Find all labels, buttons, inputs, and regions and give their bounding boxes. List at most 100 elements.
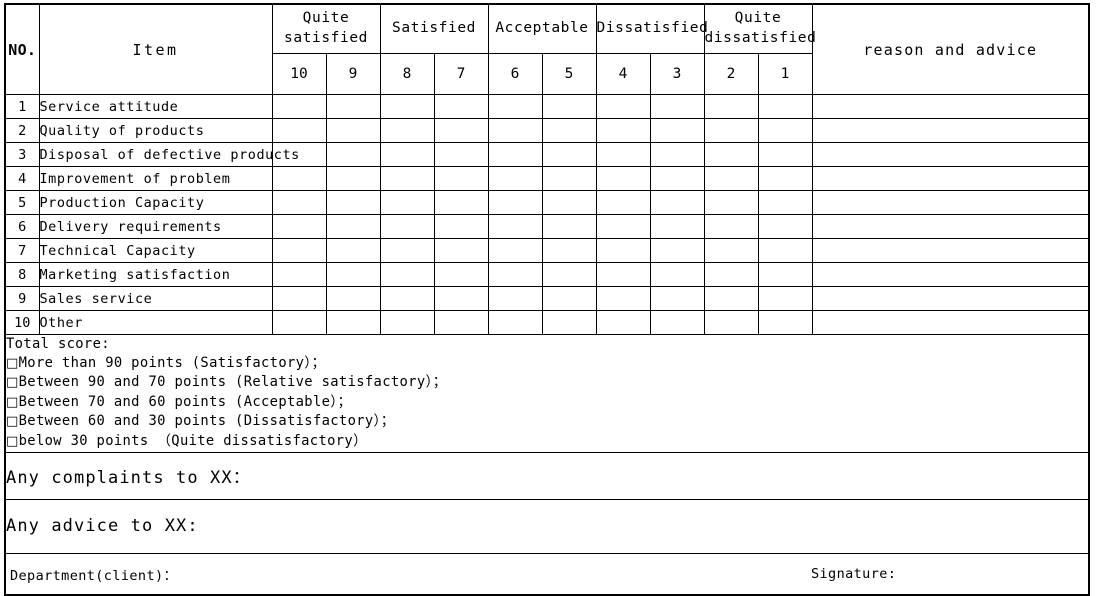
reason-cell[interactable] [811, 214, 1090, 239]
reason-cell[interactable] [811, 118, 1090, 143]
score-cell-6[interactable] [487, 118, 543, 143]
score-cell-2[interactable] [703, 214, 759, 239]
score-cell-8[interactable] [379, 166, 435, 191]
score-cell-4[interactable] [595, 118, 651, 143]
score-cell-9[interactable] [325, 118, 381, 143]
score-cell-3[interactable] [649, 118, 705, 143]
score-cell-3[interactable] [649, 142, 705, 167]
complaints-block[interactable]: Any complaints to XX： [4, 451, 1090, 500]
score-cell-8[interactable] [379, 118, 435, 143]
checkbox-icon[interactable]: □ [6, 434, 19, 449]
score-cell-1[interactable] [757, 286, 813, 311]
score-cell-8[interactable] [379, 142, 435, 167]
score-cell-10[interactable] [271, 94, 327, 119]
score-cell-2[interactable] [703, 166, 759, 191]
score-cell-8[interactable] [379, 286, 435, 311]
reason-cell[interactable] [811, 310, 1090, 335]
score-cell-5[interactable] [541, 94, 597, 119]
score-cell-3[interactable] [649, 310, 705, 335]
score-cell-3[interactable] [649, 190, 705, 215]
score-cell-4[interactable] [595, 166, 651, 191]
score-cell-5[interactable] [541, 214, 597, 239]
score-cell-10[interactable] [271, 166, 327, 191]
score-cell-8[interactable] [379, 214, 435, 239]
score-cell-8[interactable] [379, 94, 435, 119]
score-cell-4[interactable] [595, 310, 651, 335]
score-cell-4[interactable] [595, 214, 651, 239]
checkbox-icon[interactable]: □ [6, 395, 19, 410]
score-cell-9[interactable] [325, 238, 381, 263]
score-cell-1[interactable] [757, 94, 813, 119]
score-cell-2[interactable] [703, 118, 759, 143]
score-cell-7[interactable] [433, 238, 489, 263]
score-cell-6[interactable] [487, 310, 543, 335]
score-cell-6[interactable] [487, 142, 543, 167]
score-cell-7[interactable] [433, 286, 489, 311]
score-cell-5[interactable] [541, 310, 597, 335]
score-cell-8[interactable] [379, 238, 435, 263]
score-cell-10[interactable] [271, 286, 327, 311]
score-cell-3[interactable] [649, 262, 705, 287]
score-cell-1[interactable] [757, 190, 813, 215]
score-cell-6[interactable] [487, 190, 543, 215]
score-cell-6[interactable] [487, 214, 543, 239]
score-cell-7[interactable] [433, 310, 489, 335]
score-cell-4[interactable] [595, 94, 651, 119]
score-cell-1[interactable] [757, 262, 813, 287]
score-cell-9[interactable] [325, 142, 381, 167]
score-cell-7[interactable] [433, 94, 489, 119]
total-score-option-acceptable[interactable]: □Between 70 and 60 points (Acceptable）； [6, 393, 1088, 413]
reason-cell[interactable] [811, 286, 1090, 311]
score-cell-5[interactable] [541, 166, 597, 191]
score-cell-4[interactable] [595, 142, 651, 167]
score-cell-5[interactable] [541, 286, 597, 311]
score-cell-4[interactable] [595, 286, 651, 311]
score-cell-3[interactable] [649, 94, 705, 119]
score-cell-7[interactable] [433, 118, 489, 143]
score-cell-5[interactable] [541, 190, 597, 215]
score-cell-6[interactable] [487, 166, 543, 191]
score-cell-5[interactable] [541, 262, 597, 287]
score-cell-6[interactable] [487, 238, 543, 263]
score-cell-1[interactable] [757, 238, 813, 263]
checkbox-icon[interactable]: □ [6, 414, 19, 429]
score-cell-2[interactable] [703, 238, 759, 263]
score-cell-4[interactable] [595, 262, 651, 287]
score-cell-10[interactable] [271, 262, 327, 287]
score-cell-10[interactable] [271, 214, 327, 239]
score-cell-6[interactable] [487, 286, 543, 311]
score-cell-3[interactable] [649, 238, 705, 263]
score-cell-6[interactable] [487, 262, 543, 287]
score-cell-9[interactable] [325, 214, 381, 239]
total-score-option-dissatisfactory[interactable]: □Between 60 and 30 points (Dissatisfacto… [6, 412, 1088, 432]
reason-cell[interactable] [811, 94, 1090, 119]
score-cell-4[interactable] [595, 190, 651, 215]
score-cell-1[interactable] [757, 214, 813, 239]
score-cell-5[interactable] [541, 118, 597, 143]
score-cell-5[interactable] [541, 238, 597, 263]
score-cell-2[interactable] [703, 262, 759, 287]
score-cell-7[interactable] [433, 214, 489, 239]
score-cell-10[interactable] [271, 238, 327, 263]
score-cell-9[interactable] [325, 190, 381, 215]
score-cell-7[interactable] [433, 142, 489, 167]
score-cell-2[interactable] [703, 190, 759, 215]
reason-cell[interactable] [811, 142, 1090, 167]
score-cell-10[interactable] [271, 190, 327, 215]
score-cell-2[interactable] [703, 142, 759, 167]
reason-cell[interactable] [811, 166, 1090, 191]
score-cell-7[interactable] [433, 166, 489, 191]
score-cell-8[interactable] [379, 262, 435, 287]
score-cell-1[interactable] [757, 118, 813, 143]
score-cell-10[interactable] [271, 118, 327, 143]
score-cell-4[interactable] [595, 238, 651, 263]
score-cell-2[interactable] [703, 310, 759, 335]
score-cell-8[interactable] [379, 310, 435, 335]
score-cell-9[interactable] [325, 286, 381, 311]
total-score-option-relative-satisfactory[interactable]: □Between 90 and 70 points (Relative sati… [6, 373, 1088, 393]
reason-cell[interactable] [811, 238, 1090, 263]
score-cell-1[interactable] [757, 310, 813, 335]
score-cell-3[interactable] [649, 214, 705, 239]
score-cell-7[interactable] [433, 262, 489, 287]
score-cell-6[interactable] [487, 94, 543, 119]
